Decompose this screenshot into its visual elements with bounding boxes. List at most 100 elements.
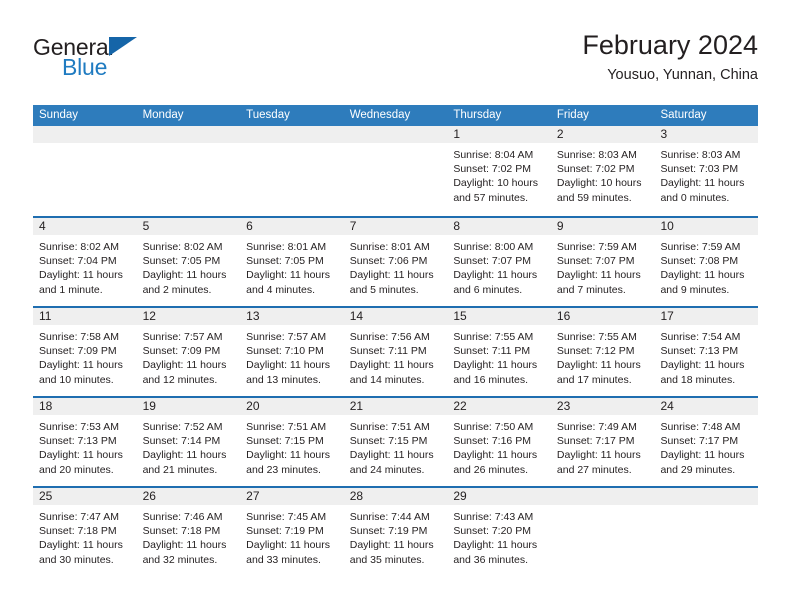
weekday-header-friday: Friday — [556, 109, 589, 121]
day-detail-line: Sunrise: 7:45 AM — [246, 511, 327, 523]
day-number: 9 — [556, 219, 564, 233]
day-detail-line: and 29 minutes. — [660, 463, 736, 476]
day-detail-line: Sunrise: 7:59 AM — [556, 241, 637, 253]
day-detail-line: Sunset: 7:02 PM — [556, 163, 635, 176]
day-detail-line: Sunset: 7:09 PM — [142, 345, 221, 358]
day-sun-details: Sunrise: 8:02 AM Sunset: 7:05 PM Daylight:… — [137, 235, 241, 297]
day-number: 23 — [556, 399, 571, 413]
day-detail-line: Sunset: 7:09 PM — [39, 345, 117, 358]
day-detail-line: Sunset: 7:05 PM — [246, 255, 324, 268]
day-number-band — [550, 488, 655, 505]
calendar-day-cell[interactable]: 14 Sunrise: 7:56 AM Sunset: 7:11 PM Dayligh… — [343, 308, 448, 396]
calendar-day-cell[interactable]: 6 Sunrise: 8:01 AM Sunset: 7:05 PM Daylight… — [240, 218, 344, 306]
day-number-band: 3 — [654, 126, 759, 143]
calendar-grid: Sunday Monday Tuesday Wednesday Thursday Frid… — [33, 105, 759, 576]
day-detail-line: Daylight: 11 hours — [39, 449, 123, 462]
calendar-day-cell[interactable]: 13 Sunrise: 7:57 AM Sunset: 7:10 PM Dayligh… — [240, 308, 344, 396]
day-sun-details: Sunrise: 7:50 AM Sunset: 7:16 PM Daylight:… — [447, 415, 551, 477]
day-detail-line: Daylight: 11 hours — [453, 449, 538, 462]
logo-text-blue: Blue — [62, 54, 108, 80]
day-detail-line: and 23 minutes. — [246, 463, 321, 476]
day-number-band: 12 — [136, 308, 241, 325]
day-detail-line: Sunset: 7:08 PM — [660, 255, 739, 268]
calendar-day-cell[interactable]: 16 Sunrise: 7:55 AM Sunset: 7:12 PM Dayligh… — [550, 308, 655, 396]
day-sun-details: Sunrise: 7:45 AM Sunset: 7:19 PM Daylight:… — [240, 505, 344, 567]
logo-triangle-icon — [109, 37, 137, 56]
day-number: 20 — [246, 399, 260, 413]
day-detail-line: Sunset: 7:18 PM — [39, 525, 117, 538]
day-sun-details: Sunrise: 7:43 AM Sunset: 7:20 PM Daylight:… — [447, 505, 551, 567]
calendar-day-cell[interactable]: 18 Sunrise: 7:53 AM Sunset: 7:13 PM Dayligh… — [33, 398, 137, 486]
day-number: 7 — [349, 219, 357, 233]
calendar-day-cell[interactable]: 7 Sunrise: 8:01 AM Sunset: 7:06 PM Daylight… — [343, 218, 448, 306]
calendar-day-cell-empty — [33, 126, 137, 216]
day-number-band — [33, 126, 137, 143]
general-blue-logo[interactable]: General Blue — [33, 34, 193, 86]
calendar-day-cell[interactable]: 4 Sunrise: 8:02 AM Sunset: 7:04 PM Daylight… — [33, 218, 137, 306]
calendar-day-cell[interactable]: 2 Sunrise: 8:03 AM Sunset: 7:02 PM Daylight… — [550, 126, 655, 216]
calendar-day-cell[interactable]: 25 Sunrise: 7:47 AM Sunset: 7:18 PM Dayligh… — [33, 488, 137, 576]
day-detail-line: Daylight: 11 hours — [453, 539, 538, 552]
day-detail-line: Sunrise: 7:46 AM — [142, 511, 223, 523]
day-number-band: 4 — [33, 218, 137, 235]
day-number-band: 16 — [550, 308, 655, 325]
day-number: 26 — [142, 489, 156, 503]
day-detail-line: and 26 minutes. — [453, 463, 529, 476]
calendar-day-cell[interactable]: 27 Sunrise: 7:45 AM Sunset: 7:19 PM Dayligh… — [240, 488, 344, 576]
day-number: 6 — [246, 219, 253, 233]
calendar-day-cell[interactable]: 5 Sunrise: 8:02 AM Sunset: 7:05 PM Daylight… — [136, 218, 241, 306]
day-number: 13 — [246, 309, 260, 323]
day-number: 2 — [556, 127, 564, 141]
day-number-band: 22 — [447, 398, 551, 415]
calendar-day-cell[interactable]: 3 Sunrise: 8:03 AM Sunset: 7:03 PM Daylight… — [654, 126, 759, 216]
day-number-band: 29 — [447, 488, 551, 505]
calendar-day-cell[interactable]: 24 Sunrise: 7:48 AM Sunset: 7:17 PM Dayligh… — [654, 398, 759, 486]
calendar-day-cell[interactable]: 9 Sunrise: 7:59 AM Sunset: 7:07 PM Daylight… — [550, 218, 655, 306]
day-detail-line: Sunrise: 7:51 AM — [349, 421, 430, 433]
calendar-day-cell-empty — [550, 488, 655, 576]
calendar-day-cell[interactable]: 29 Sunrise: 7:43 AM Sunset: 7:20 PM Dayligh… — [447, 488, 551, 576]
calendar-day-cell[interactable]: 1 Sunrise: 8:04 AM Sunset: 7:02 PM Daylight… — [447, 126, 551, 216]
day-detail-line: Daylight: 11 hours — [39, 269, 123, 282]
calendar-day-cell[interactable]: 21 Sunrise: 7:51 AM Sunset: 7:15 PM Dayligh… — [343, 398, 448, 486]
calendar-day-cell[interactable]: 15 Sunrise: 7:55 AM Sunset: 7:11 PM Dayligh… — [447, 308, 551, 396]
day-detail-line: and 59 minutes. — [556, 191, 632, 204]
day-number: 11 — [39, 309, 52, 323]
day-detail-line: and 21 minutes. — [142, 463, 218, 476]
day-detail-line: Daylight: 11 hours — [142, 449, 227, 462]
day-detail-line: Sunrise: 8:01 AM — [246, 241, 327, 253]
day-detail-line: and 9 minutes. — [660, 283, 730, 296]
day-number: 10 — [660, 219, 674, 233]
day-detail-line: Daylight: 11 hours — [349, 269, 434, 282]
calendar-day-cell[interactable]: 28 Sunrise: 7:44 AM Sunset: 7:19 PM Dayligh… — [343, 488, 448, 576]
calendar-day-cell[interactable]: 11 Sunrise: 7:58 AM Sunset: 7:09 PM Dayligh… — [33, 308, 137, 396]
day-number-band: 5 — [136, 218, 241, 235]
calendar-day-cell[interactable]: 20 Sunrise: 7:51 AM Sunset: 7:15 PM Dayligh… — [240, 398, 344, 486]
calendar-day-cell[interactable]: 10 Sunrise: 7:59 AM Sunset: 7:08 PM Dayligh… — [654, 218, 759, 306]
calendar-day-cell[interactable]: 23 Sunrise: 7:49 AM Sunset: 7:17 PM Dayligh… — [550, 398, 655, 486]
day-detail-line: Daylight: 11 hours — [246, 449, 331, 462]
day-detail-line: Sunset: 7:13 PM — [39, 435, 117, 448]
day-number-band: 28 — [343, 488, 448, 505]
calendar-day-cell[interactable]: 26 Sunrise: 7:46 AM Sunset: 7:18 PM Dayligh… — [136, 488, 241, 576]
day-detail-line: and 0 minutes. — [660, 191, 730, 204]
day-sun-details: Sunrise: 8:01 AM Sunset: 7:05 PM Daylight:… — [240, 235, 344, 297]
calendar-day-cell[interactable]: 17 Sunrise: 7:54 AM Sunset: 7:13 PM Dayligh… — [654, 308, 759, 396]
calendar-day-cell[interactable]: 19 Sunrise: 7:52 AM Sunset: 7:14 PM Dayligh… — [136, 398, 241, 486]
day-detail-line: Sunset: 7:19 PM — [349, 525, 428, 538]
day-detail-line: Sunset: 7:07 PM — [556, 255, 635, 268]
day-detail-line: Sunrise: 7:57 AM — [246, 331, 327, 343]
calendar-day-cell[interactable]: 8 Sunrise: 8:00 AM Sunset: 7:07 PM Daylight… — [447, 218, 551, 306]
day-detail-line: Daylight: 10 hours — [453, 177, 538, 190]
day-detail-line: Sunrise: 7:43 AM — [453, 511, 534, 523]
day-detail-line: Sunset: 7:04 PM — [39, 255, 117, 268]
day-number: 21 — [349, 399, 364, 413]
calendar-day-cell[interactable]: 22 Sunrise: 7:50 AM Sunset: 7:16 PM Dayligh… — [447, 398, 551, 486]
day-detail-line: Daylight: 11 hours — [142, 269, 227, 282]
day-detail-line: Daylight: 11 hours — [660, 269, 745, 282]
day-number-band: 7 — [343, 218, 448, 235]
day-detail-line: Sunset: 7:03 PM — [660, 163, 739, 176]
weekday-header-thursday: Thursday — [453, 109, 502, 121]
calendar-day-cell[interactable]: 12 Sunrise: 7:57 AM Sunset: 7:09 PM Dayligh… — [136, 308, 241, 396]
day-number: 17 — [660, 309, 674, 323]
